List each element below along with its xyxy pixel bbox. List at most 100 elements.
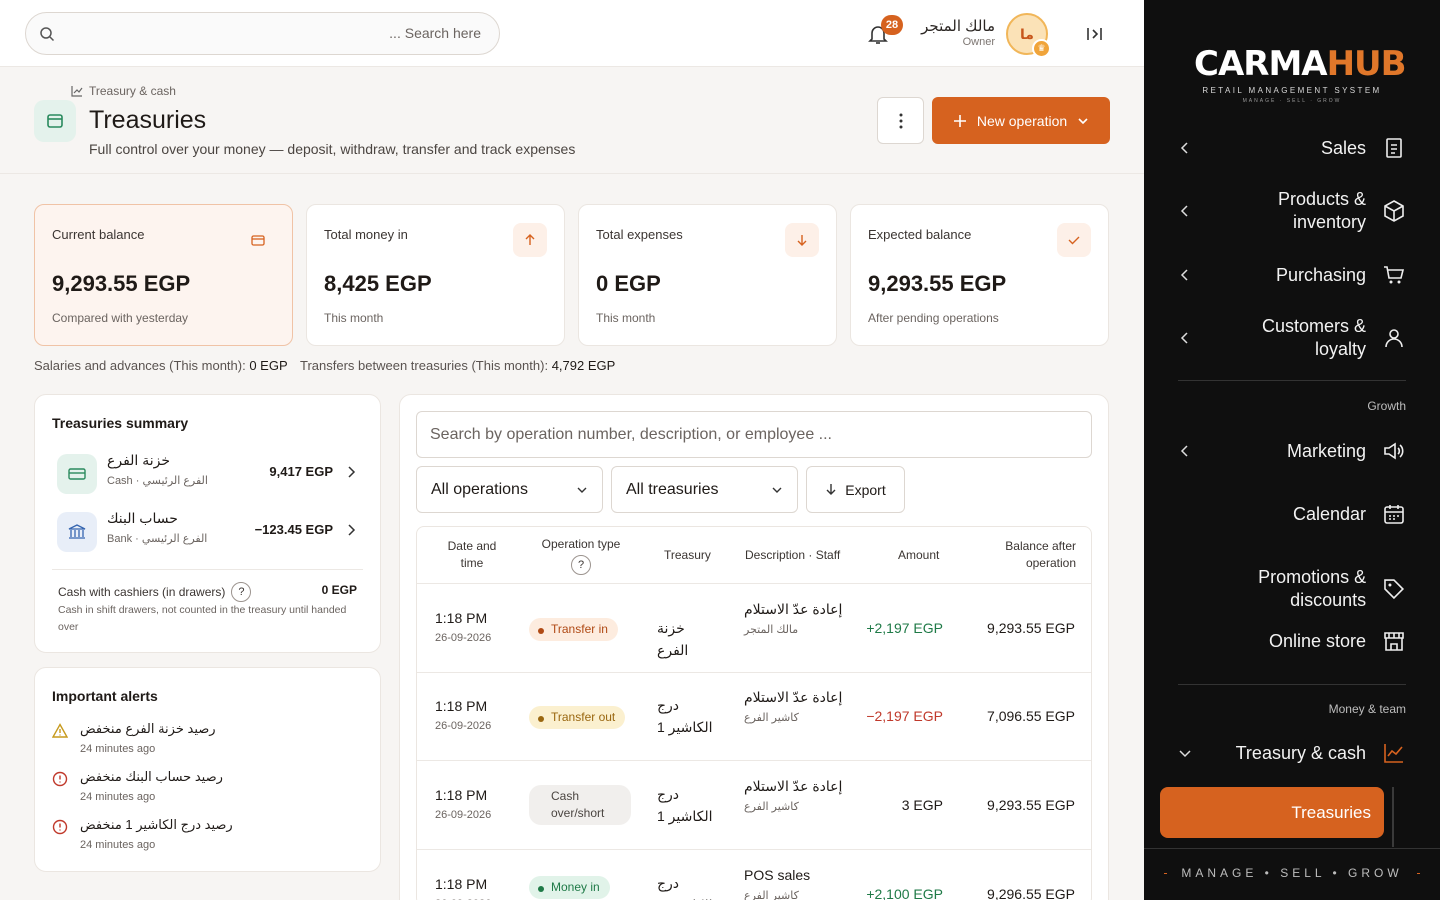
sidebar-subitem-label: Treasuries [1291,802,1371,822]
sidebar-item-marketing[interactable]: Marketing [1178,439,1406,463]
col-amount[interactable]: Amount [898,527,939,583]
status-badge: Transfer in [529,618,618,641]
treasuries-filter-value: All treasuries [626,480,719,498]
help-icon[interactable]: ? [571,554,591,575]
sidebar-footer: MANAGE • SELL • GROW [1164,866,1421,880]
stat-sub: This month [324,311,384,325]
footer-line [1164,872,1168,874]
sidebar-item-promotions[interactable]: Promotions & discounts [1178,566,1406,612]
stat-value: 8,425 EGP [324,271,432,296]
chevron-left-icon [1180,205,1188,217]
cash-amount: 0 EGP [321,583,357,597]
table-row[interactable]: 1:18 PM 26-09-2026 Transfer out درج الكا… [417,672,1091,761]
row-date: 26-09-2026 [435,720,492,732]
cash-with-cashiers: Cash with cashiers (in drawers)? [58,582,252,602]
alert-text: رصيد درج الكاشير 1 منخفض [80,817,233,832]
sidebar-item-calendar[interactable]: Calendar [1178,502,1406,526]
divider [52,569,363,570]
crown-icon: ♛ [1032,39,1051,58]
global-search[interactable]: ... Search here [25,12,500,55]
operations-table: Date and time Operation type ? Treasury … [416,526,1092,900]
new-operation-button[interactable]: New operation [932,97,1110,144]
treasury-amount: 9,417 EGP [269,464,333,479]
stat-title: Expected balance [868,227,972,242]
logo-word-2: HUB [1326,44,1407,84]
treasury-name: خزنة الفرع [107,452,170,468]
col-type[interactable]: Operation type ? [533,527,629,583]
row-treasury: درج الكاشير 1 [657,697,713,735]
row-balance: 9,293.55 EGP [987,797,1075,813]
page-title: Treasuries [89,106,207,134]
table-row[interactable]: 1:18 PM 26-09-2026 Money in درج الكاشير … [417,850,1091,900]
warning-icon [52,723,68,738]
chevron-left-icon [1180,332,1188,344]
submenu-rail [1392,787,1394,847]
search-icon [40,27,55,42]
stat-value: 9,293.55 EGP [868,271,1007,296]
sidebar-item-label: Customers & loyalty [1261,316,1366,359]
sidebar-item-treasury[interactable]: Treasury & cash [1178,741,1406,765]
sidebar-item-purchasing[interactable]: Purchasing [1178,263,1406,287]
operations-filter-select[interactable]: All operations [416,466,603,513]
stat-title: Total money in [324,227,408,242]
sidebar-item-customers[interactable]: Customers & loyalty [1178,315,1406,361]
treasuries-filter-select[interactable]: All treasuries [611,466,798,513]
treasury-row[interactable]: خزنة الفرع Cash · الفرع الرئيسي 9,417 EG… [57,452,363,496]
table-row[interactable]: 1:18 PM 26-09-2026 Transfer in خزنة الفر… [417,584,1091,673]
row-description: إعادة عدّ الاستلام كاشير الفرع [744,686,844,727]
stat-sub: After pending operations [868,311,999,325]
row-staff: كاشير الفرع [744,890,799,900]
row-desc-text: POS sales [744,867,811,883]
row-description: POS sales كاشير الفرع [744,864,844,900]
chevron-right-icon [348,466,356,478]
col-description[interactable]: Description · Staff [745,527,840,583]
help-icon[interactable]: ? [231,582,252,602]
chevron-down-icon [1078,117,1088,124]
sidebar-item-sales[interactable]: Sales [1178,136,1406,160]
arrow-up-icon [513,223,547,257]
breadcrumb[interactable]: Treasury & cash [71,84,176,98]
status-badge: Money in [529,876,610,899]
row-date: 26-09-2026 [435,809,492,821]
stat-title: Total expenses [596,227,683,242]
check-icon [1057,223,1091,257]
salaries-meta: Salaries and advances (This month): 0 EG… [34,358,288,373]
operations-search-input[interactable]: Search by operation number, description,… [416,411,1092,458]
sidebar-item-label: Sales [1320,137,1366,158]
export-button[interactable]: Export [806,466,905,513]
treasury-sub: Bank · الفرع الرئيسي [107,533,208,545]
divider [1144,848,1440,849]
treasury-row[interactable]: حساب البنك Bank · الفرع الرئيسي −123.45 … [57,510,363,554]
row-amount: −2,197 EGP [866,708,943,724]
box-icon [1384,200,1404,222]
stat-card-expenses: Total expenses 0 EGP This month [578,204,837,346]
table-row[interactable]: 1:18 PM 26-09-2026 Cash over/short درج ا… [417,761,1091,850]
wallet-icon [34,100,76,142]
logo-wordmark: CARMAHUB [1194,44,1407,84]
col-date[interactable]: Date and time [437,527,507,583]
sidebar-toggle-icon[interactable] [1085,24,1105,44]
col-balance[interactable]: Balance after operation [992,527,1076,583]
more-options-button[interactable] [877,97,924,144]
row-desc-text: إعادة عدّ الاستلام [744,778,843,794]
plus-icon [953,114,966,127]
alert-time: 24 minutes ago [80,791,156,803]
sidebar-item-label: Promotions & discounts [1258,567,1367,610]
stat-card-current-balance: Current balance 9,293.55 EGP Compared wi… [34,204,293,346]
row-treasury: خزنة الفرع [657,620,689,658]
sidebar-item-online-store[interactable]: Online store [1178,629,1406,653]
stat-title: Current balance [52,227,145,242]
sidebar-item-label: Treasury & cash [1235,742,1366,763]
col-treasury[interactable]: Treasury [664,527,711,583]
transfers-meta: Transfers between treasuries (This month… [300,358,615,373]
group-label-growth: Growth [1367,399,1406,413]
sidebar-item-products[interactable]: Products & inventory [1178,188,1406,234]
alert-text: رصيد خزنة الفرع منخفض [80,721,216,736]
user-role: Owner [962,36,995,48]
sidebar-subitem-treasuries[interactable]: Treasuries [1160,787,1384,838]
row-time: 1:18 PM [435,787,488,803]
logo-tagline: RETAIL MANAGEMENT SYSTEM [1202,86,1382,95]
alert-circle-icon [52,771,68,787]
sidebar-item-label: Online store [1268,630,1366,651]
chevron-down-icon [772,487,782,493]
